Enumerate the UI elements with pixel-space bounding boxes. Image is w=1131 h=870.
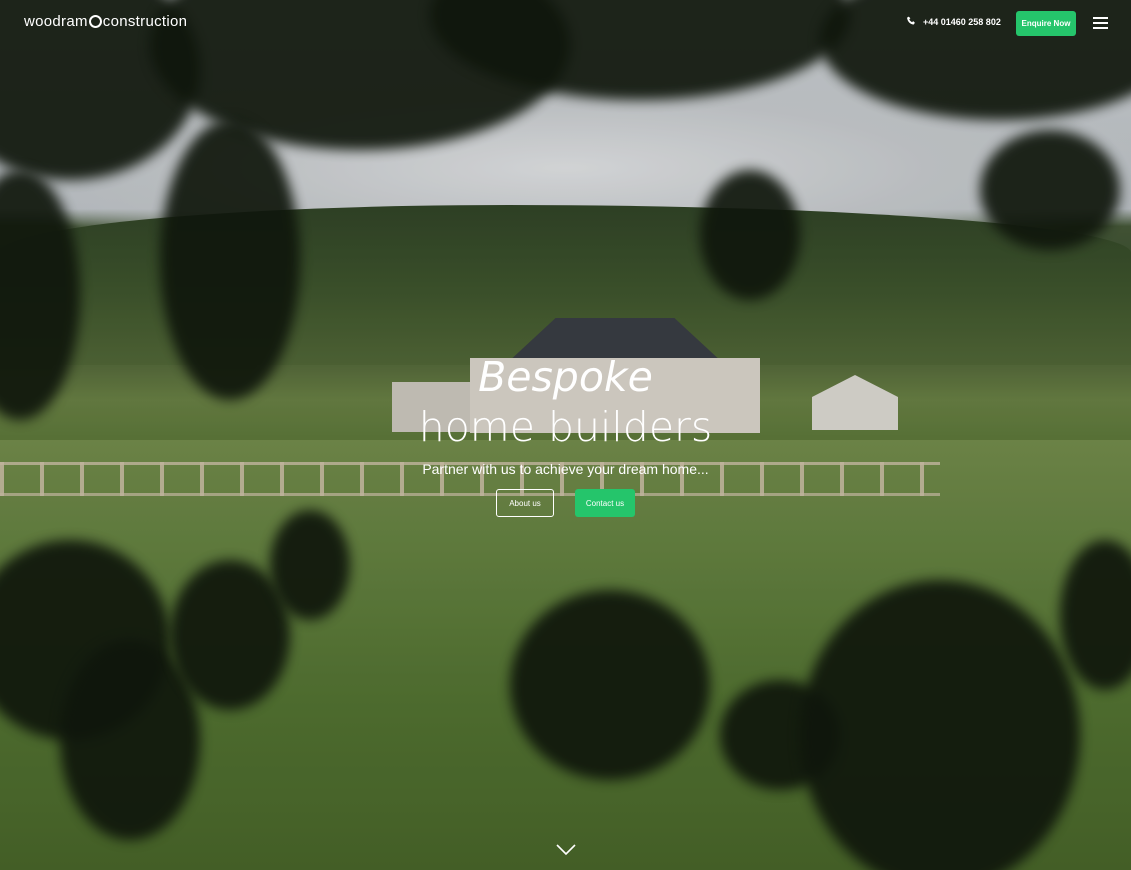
logo-text-right: construction (102, 13, 188, 30)
chevron-down-icon[interactable] (556, 843, 576, 856)
logo-text-left: woodram (24, 13, 88, 30)
about-us-button[interactable]: About us (496, 489, 554, 517)
menu-bar (1093, 17, 1108, 19)
menu-bar (1093, 22, 1108, 24)
hero-title-italic: Bespoke (478, 353, 653, 401)
menu-bar (1093, 27, 1108, 29)
logo-ring-icon (88, 15, 102, 28)
phone-number: +44 01460 258 802 (923, 16, 1001, 27)
enquire-button[interactable]: Enquire Now (1016, 11, 1076, 36)
hamburger-menu-icon[interactable] (1093, 17, 1108, 29)
phone-link[interactable]: +44 01460 258 802 (907, 16, 1001, 27)
phone-icon (907, 16, 916, 27)
contact-us-button[interactable]: Contact us (575, 489, 635, 517)
hero-title: home builders (418, 403, 713, 451)
logo[interactable]: woodram construction (24, 13, 187, 30)
hero-subtitle: Partner with us to achieve your dream ho… (422, 461, 709, 477)
site-header: woodram construction +44 01460 258 802 E… (0, 0, 1131, 46)
